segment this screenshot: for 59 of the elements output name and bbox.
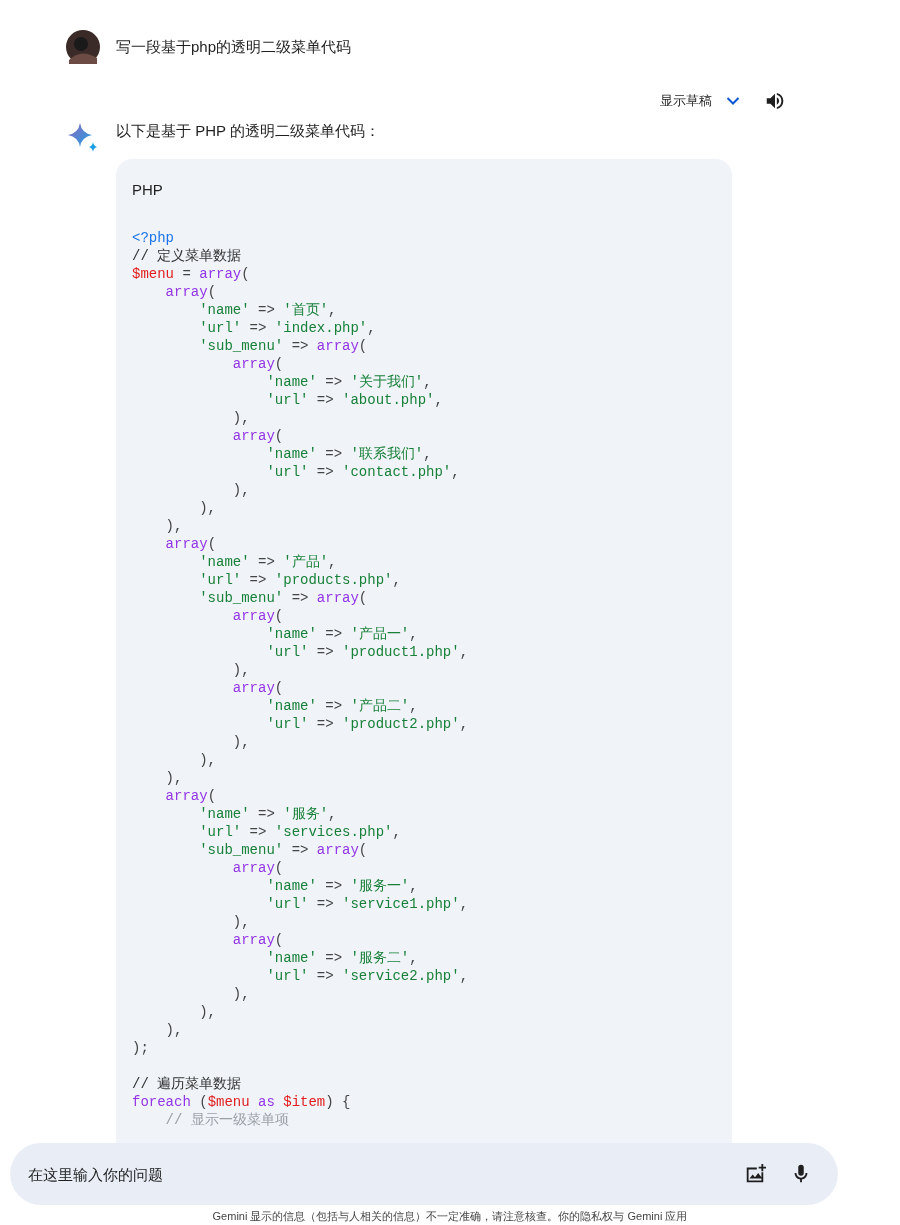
code-line: array( (231, 608, 284, 624)
code-line: ), (198, 752, 216, 768)
code-line: array( (164, 284, 217, 300)
code-line: ), (231, 662, 250, 678)
code-line: 'name' => '首页', (198, 302, 337, 318)
code-line: array( (164, 536, 217, 552)
code-line: ), (231, 914, 250, 930)
code-line: array( (231, 428, 284, 444)
code-line: 'url' => 'index.php', (198, 320, 376, 336)
show-drafts-button[interactable]: 显示草稿 (660, 91, 740, 111)
code-line: array( (231, 356, 284, 372)
code-line: foreach ($menu as $item) { (132, 1094, 351, 1110)
code-line: // 遍历菜单数据 (132, 1076, 242, 1092)
prompt-text: 写一段基于php的透明二级菜单代码 (116, 36, 352, 57)
code-line: // 显示一级菜单项 (164, 1112, 289, 1128)
response-text: 以下是基于 PHP 的透明二级菜单代码： (116, 121, 381, 141)
prompt-input-field[interactable]: 在这里输入你的问题 (10, 1143, 838, 1205)
code-line: ), (198, 1004, 216, 1020)
code-line: 'url' => 'services.php', (198, 824, 401, 840)
code-line: 'name' => '服务', (198, 806, 337, 822)
code-line: array( (231, 932, 284, 948)
code-line: 'url' => 'products.php', (198, 572, 401, 588)
code-line: 'name' => '关于我们', (265, 374, 432, 390)
code-line: $menu = array( (132, 266, 250, 282)
code-line: ), (231, 410, 250, 426)
code-line: 'url' => 'product2.php', (265, 716, 469, 732)
chevron-down-icon (726, 96, 740, 106)
code-line: 'name' => '服务二', (265, 950, 418, 966)
code-line: 'name' => '产品', (198, 554, 337, 570)
code-language-label: PHP (132, 180, 163, 198)
code-line: 'sub_menu' => array( (198, 338, 368, 354)
speaker-icon[interactable] (764, 90, 786, 112)
code-line: ), (164, 1022, 183, 1038)
code-line: ); (132, 1040, 149, 1056)
code-line: 'url' => 'service1.php', (265, 896, 469, 912)
code-line: 'url' => 'contact.php', (265, 464, 460, 480)
code-line: array( (164, 788, 217, 804)
code-line: ), (198, 500, 216, 516)
code-line: 'name' => '服务一', (265, 878, 418, 894)
code-line: 'name' => '产品二', (265, 698, 418, 714)
code-line: array( (231, 860, 284, 876)
avatar (66, 30, 100, 64)
code-line: // 定义菜单数据 (132, 248, 242, 264)
disclaimer-text: Gemini 显示的信息（包括与人相关的信息）不一定准确，请注意核查。你的隐私权与 Gemini 应用 (212, 1209, 688, 1222)
code-line: 'url' => 'about.php', (265, 392, 443, 408)
code-line: 'sub_menu' => array( (198, 590, 368, 606)
code-line: array( (231, 680, 284, 696)
code-line: 'name' => '产品一', (265, 626, 418, 642)
code-line: ), (231, 986, 250, 1002)
add-image-icon[interactable] (744, 1163, 766, 1185)
code-line: 'name' => '联系我们', (265, 446, 432, 462)
code-line: ), (164, 770, 183, 786)
code-line: ), (231, 734, 250, 750)
code-line: 'sub_menu' => array( (198, 842, 368, 858)
code-line: 'url' => 'product1.php', (265, 644, 469, 660)
code-line: ), (164, 518, 183, 534)
code-line: <?php (132, 230, 174, 246)
code-line: 'url' => 'service2.php', (265, 968, 469, 984)
code-line: ), (231, 482, 250, 498)
